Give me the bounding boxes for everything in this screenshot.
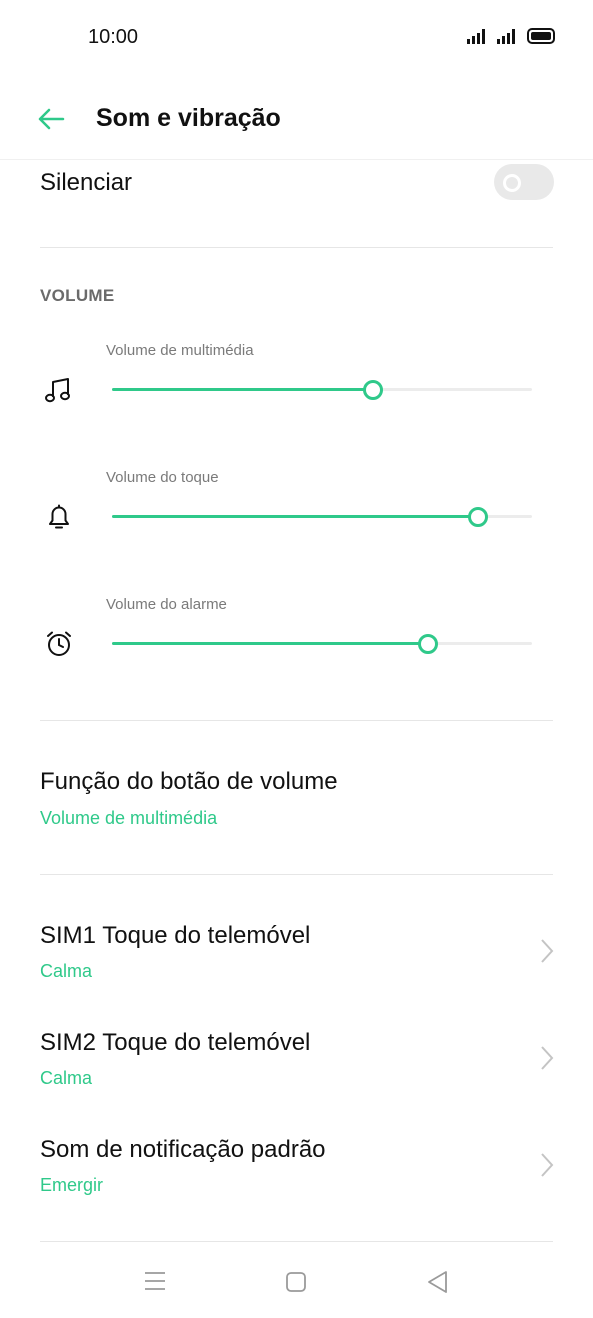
signal-sim2-icon bbox=[497, 28, 519, 44]
slider-thumb[interactable] bbox=[468, 507, 489, 527]
volume-button-function-title: Função do botão de volume bbox=[40, 768, 338, 795]
sim1-ringtone-title: SIM1 Toque do telemóvel bbox=[40, 922, 311, 949]
divider bbox=[40, 720, 553, 721]
media-volume-slider[interactable] bbox=[112, 380, 532, 400]
notification-sound-row[interactable]: Som de notificação padrão Emergir bbox=[0, 1114, 593, 1214]
divider bbox=[40, 1241, 553, 1242]
chevron-right-icon bbox=[541, 939, 554, 963]
notification-sound-value: Emergir bbox=[40, 1175, 104, 1195]
slider-fill bbox=[112, 515, 478, 518]
alarm-volume-slider[interactable] bbox=[112, 634, 532, 654]
battery-icon bbox=[527, 28, 555, 44]
mute-toggle[interactable] bbox=[494, 164, 554, 200]
back-triangle-icon[interactable] bbox=[426, 1270, 448, 1294]
ring-volume-slider[interactable] bbox=[112, 507, 532, 527]
status-icons bbox=[467, 28, 555, 44]
sim1-ringtone-row[interactable]: SIM1 Toque do telemóvel Calma bbox=[0, 900, 593, 1000]
bell-icon bbox=[44, 502, 74, 532]
menu-icon[interactable] bbox=[144, 1271, 166, 1291]
sim2-ringtone-value: Calma bbox=[40, 1068, 93, 1088]
media-volume-label: Volume de multimédia bbox=[106, 342, 254, 359]
slider-thumb[interactable] bbox=[363, 380, 384, 400]
back-arrow-icon[interactable] bbox=[36, 104, 66, 134]
alarm-volume-label: Volume do alarme bbox=[106, 596, 227, 613]
volume-button-function-row[interactable]: Função do botão de volume Volume de mult… bbox=[0, 730, 593, 864]
status-time: 10:00 bbox=[88, 26, 139, 48]
sim1-ringtone-value: Calma bbox=[40, 961, 93, 981]
music-note-icon bbox=[44, 375, 74, 405]
slider-thumb[interactable] bbox=[418, 634, 438, 654]
mute-label: Silenciar bbox=[40, 169, 133, 196]
chevron-right-icon bbox=[541, 1153, 554, 1177]
sim2-ringtone-row[interactable]: SIM2 Toque do telemóvel Calma bbox=[0, 1007, 593, 1107]
home-square-icon[interactable] bbox=[285, 1271, 307, 1293]
sim2-ringtone-title: SIM2 Toque do telemóvel bbox=[40, 1029, 311, 1056]
chevron-right-icon bbox=[541, 1046, 554, 1070]
slider-fill bbox=[112, 388, 373, 391]
page-title: Som e vibração bbox=[96, 104, 281, 132]
notification-sound-title: Som de notificação padrão bbox=[40, 1136, 326, 1163]
slider-fill bbox=[112, 642, 427, 645]
divider bbox=[40, 874, 553, 875]
signal-sim1-icon bbox=[467, 28, 489, 44]
toggle-knob bbox=[503, 174, 521, 192]
alarm-clock-icon bbox=[44, 629, 74, 659]
ring-volume-label: Volume do toque bbox=[106, 469, 219, 486]
divider bbox=[40, 247, 553, 248]
volume-section-label: VOLUME bbox=[40, 286, 115, 305]
header-divider bbox=[0, 159, 593, 160]
volume-button-function-value: Volume de multimédia bbox=[40, 808, 218, 828]
